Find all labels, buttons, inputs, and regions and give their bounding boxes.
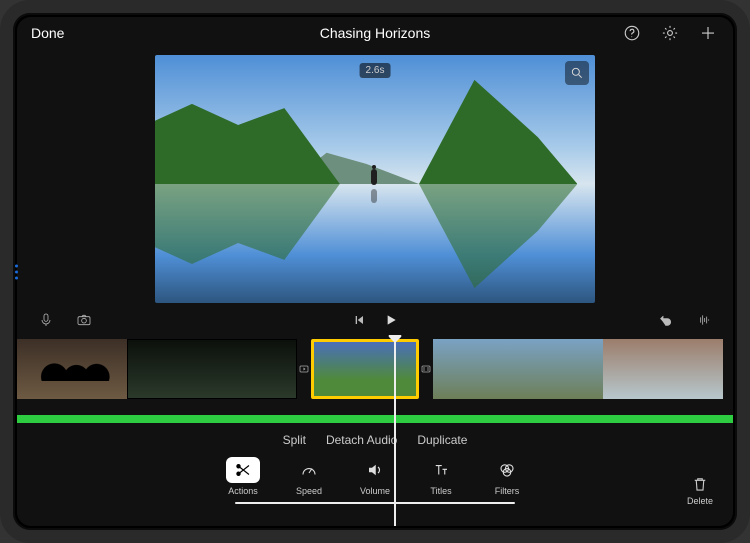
help-button[interactable] <box>621 22 643 44</box>
settings-button[interactable] <box>659 22 681 44</box>
timeline-clip-selected[interactable] <box>311 339 419 399</box>
timeline-clip[interactable] <box>17 339 127 399</box>
device-side-indicator <box>15 264 18 279</box>
camera-button[interactable] <box>73 309 95 331</box>
play-button[interactable] <box>380 309 402 331</box>
audio-waveform-button[interactable] <box>693 309 715 331</box>
tool-label: Actions <box>228 486 258 496</box>
done-button[interactable]: Done <box>31 25 64 41</box>
tool-titles[interactable]: Titles <box>413 457 469 496</box>
gear-icon <box>661 24 679 42</box>
tool-label: Speed <box>296 486 322 496</box>
waveform-icon <box>696 312 712 328</box>
timeline-clip[interactable] <box>603 339 723 399</box>
titles-icon <box>432 461 450 479</box>
duplicate-button[interactable]: Duplicate <box>417 433 467 447</box>
camera-icon <box>76 312 92 328</box>
delete-label: Delete <box>687 496 713 506</box>
split-button[interactable]: Split <box>283 433 306 447</box>
undo-icon <box>658 312 674 328</box>
video-preview[interactable]: 2.6s <box>155 55 595 303</box>
tool-speed[interactable]: Speed <box>281 457 337 496</box>
magnifier-icon <box>570 66 584 80</box>
transition-icon <box>298 363 310 375</box>
add-media-button[interactable] <box>697 22 719 44</box>
help-icon <box>623 24 641 42</box>
transition-icon <box>420 363 432 375</box>
undo-button[interactable] <box>655 309 677 331</box>
scissors-icon <box>234 461 252 479</box>
play-icon <box>383 312 399 328</box>
tool-label: Filters <box>495 486 520 496</box>
tool-label: Titles <box>430 486 451 496</box>
transport-toolbar <box>17 305 733 335</box>
timeline[interactable]: Split Detach Audio Duplicate Actions Spe… <box>17 335 733 526</box>
tool-label: Volume <box>360 486 390 496</box>
tool-filters[interactable]: Filters <box>479 457 535 496</box>
skip-back-icon <box>351 312 367 328</box>
detach-audio-button[interactable]: Detach Audio <box>326 433 397 447</box>
filters-icon <box>498 461 516 479</box>
transition-slot[interactable] <box>419 339 433 399</box>
tool-actions[interactable]: Actions <box>215 457 271 496</box>
zoom-preview-button[interactable] <box>565 61 589 85</box>
speaker-icon <box>366 461 384 479</box>
transition-slot[interactable] <box>297 339 311 399</box>
speedometer-icon <box>300 461 318 479</box>
tool-underline-indicator <box>235 502 515 504</box>
trash-icon <box>691 475 709 493</box>
timeline-clip[interactable] <box>127 339 297 399</box>
skip-back-button[interactable] <box>348 309 370 331</box>
audio-track[interactable] <box>17 415 733 423</box>
timeline-clip[interactable] <box>433 339 603 399</box>
plus-icon <box>699 24 717 42</box>
microphone-icon <box>38 312 54 328</box>
clip-duration-badge: 2.6s <box>360 63 391 78</box>
top-toolbar: Done Chasing Horizons <box>17 17 733 49</box>
delete-button[interactable]: Delete <box>687 475 713 506</box>
tool-volume[interactable]: Volume <box>347 457 403 496</box>
record-voiceover-button[interactable] <box>35 309 57 331</box>
